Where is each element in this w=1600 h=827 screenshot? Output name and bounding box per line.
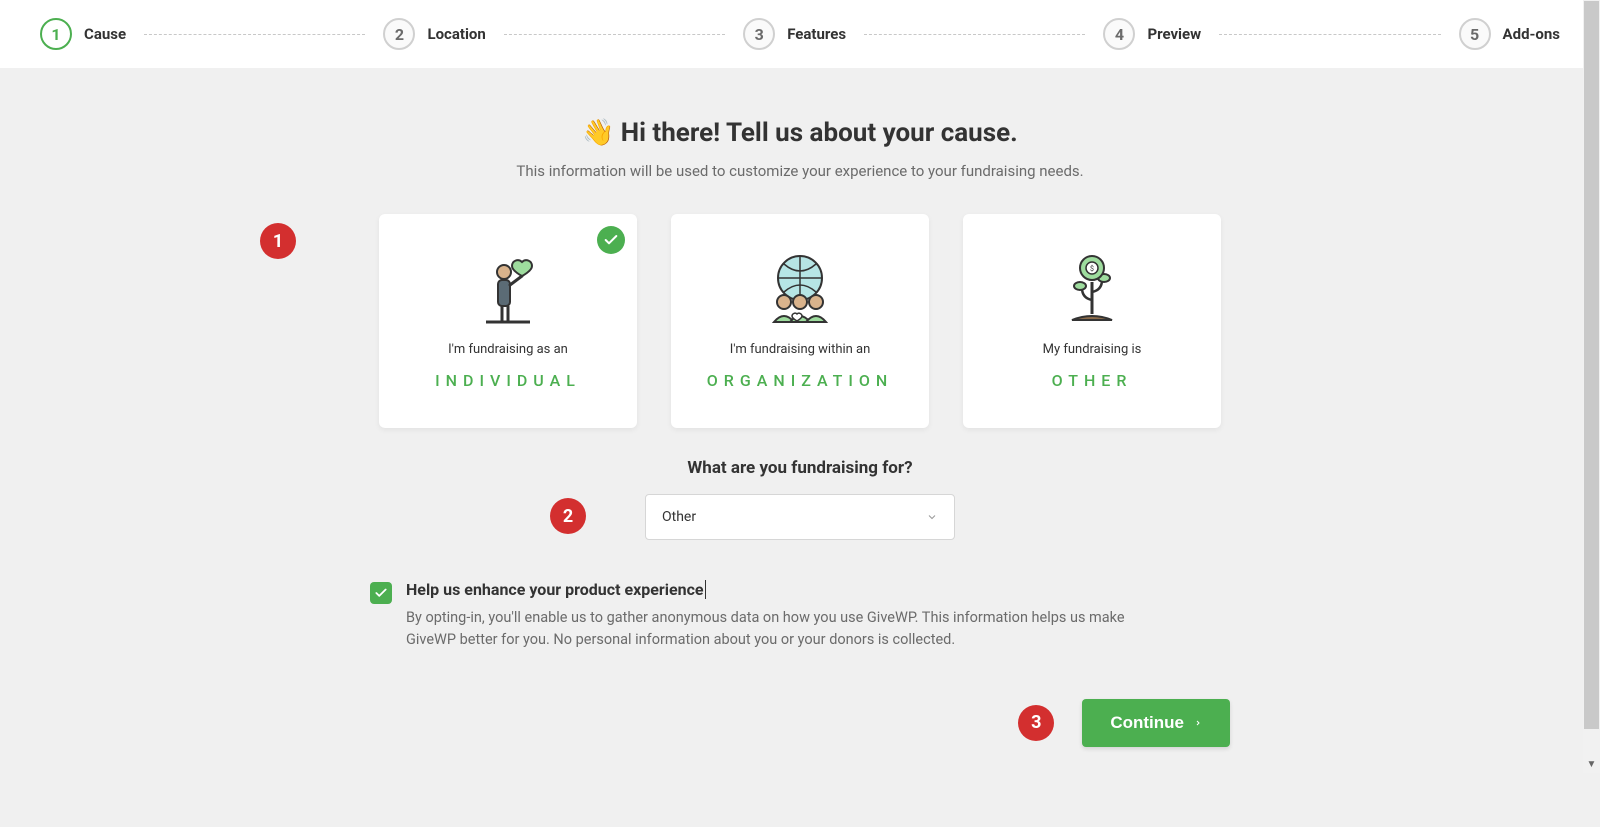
scrollbar[interactable]: ▲ ▼ bbox=[1583, 0, 1600, 773]
continue-label: Continue bbox=[1110, 713, 1184, 733]
individual-icon bbox=[468, 252, 548, 326]
step-addons[interactable]: 5 Add-ons bbox=[1459, 18, 1560, 50]
stepper: 1 Cause 2 Location 3 Features 4 Preview … bbox=[0, 0, 1600, 68]
card-pretitle: My fundraising is bbox=[1043, 342, 1142, 357]
optin-title: Help us enhance your product experience bbox=[406, 580, 706, 599]
card-organization[interactable]: I'm fundraising within an ORGANIZATION bbox=[671, 214, 929, 428]
step-location[interactable]: 2 Location bbox=[383, 18, 485, 50]
step-label: Add-ons bbox=[1503, 25, 1560, 43]
step-number: 2 bbox=[383, 18, 415, 50]
step-divider bbox=[144, 34, 365, 35]
check-icon bbox=[597, 226, 625, 254]
step-label: Preview bbox=[1147, 25, 1201, 43]
cause-type-cards: I'm fundraising as an INDIVIDUAL I'm fun… bbox=[350, 214, 1250, 428]
step-label: Features bbox=[787, 25, 846, 43]
fundraising-for-select[interactable]: Other bbox=[645, 494, 955, 540]
card-pretitle: I'm fundraising within an bbox=[730, 342, 871, 357]
other-icon: $ bbox=[1052, 252, 1132, 326]
step-number: 4 bbox=[1103, 18, 1135, 50]
card-pretitle: I'm fundraising as an bbox=[448, 342, 568, 357]
card-title: INDIVIDUAL bbox=[435, 371, 581, 390]
step-cause[interactable]: 1 Cause bbox=[40, 18, 126, 50]
step-label: Cause bbox=[84, 25, 126, 43]
card-title: OTHER bbox=[1052, 371, 1133, 390]
annotation-bubble-2: 2 bbox=[550, 498, 586, 534]
page-title: 👋Hi there! Tell us about your cause. bbox=[350, 118, 1250, 148]
card-title: ORGANIZATION bbox=[707, 371, 894, 390]
page-title-text: Hi there! Tell us about your cause. bbox=[621, 118, 1018, 148]
optin-description: By opting-in, you'll enable us to gather… bbox=[406, 607, 1166, 651]
step-preview[interactable]: 4 Preview bbox=[1103, 18, 1201, 50]
annotation-bubble-3: 3 bbox=[1018, 705, 1054, 741]
wave-emoji-icon: 👋 bbox=[582, 118, 614, 148]
optin-checkbox[interactable] bbox=[370, 582, 392, 604]
scroll-thumb[interactable] bbox=[1583, 0, 1600, 730]
card-individual[interactable]: I'm fundraising as an INDIVIDUAL bbox=[379, 214, 637, 428]
continue-button[interactable]: Continue bbox=[1082, 699, 1230, 747]
page-subtitle: This information will be used to customi… bbox=[350, 162, 1250, 180]
step-features[interactable]: 3 Features bbox=[743, 18, 846, 50]
step-divider bbox=[864, 34, 1085, 35]
svg-text:$: $ bbox=[1090, 265, 1094, 273]
chevron-down-icon bbox=[926, 511, 938, 523]
step-divider bbox=[504, 34, 725, 35]
step-number: 5 bbox=[1459, 18, 1491, 50]
step-number: 3 bbox=[743, 18, 775, 50]
optin-row: Help us enhance your product experience … bbox=[370, 580, 1230, 651]
organization-icon bbox=[760, 252, 840, 326]
step-number: 1 bbox=[40, 18, 72, 50]
annotation-bubble-1: 1 bbox=[260, 223, 296, 259]
scroll-down-arrow-icon[interactable]: ▼ bbox=[1583, 756, 1600, 773]
step-label: Location bbox=[427, 25, 485, 43]
fundraising-for-question: What are you fundraising for? bbox=[350, 458, 1250, 478]
select-value: Other bbox=[662, 509, 696, 525]
step-divider bbox=[1219, 34, 1440, 35]
chevron-right-icon bbox=[1194, 717, 1202, 729]
card-other[interactable]: $ My fundraising is OTHER bbox=[963, 214, 1221, 428]
